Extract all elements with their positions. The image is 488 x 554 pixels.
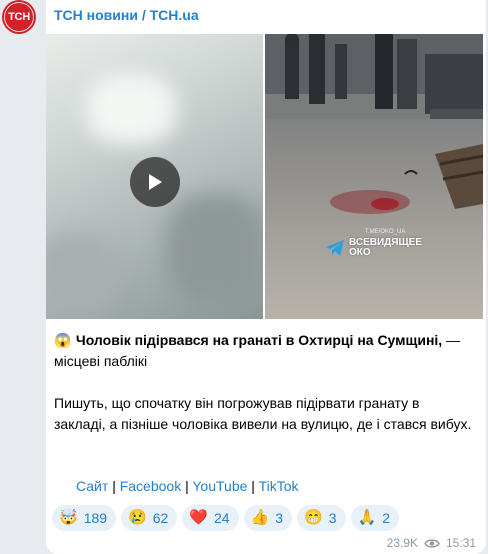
blur-shape [86,74,176,144]
photo-scene [265,34,483,214]
heart-icon: ❤️ [189,509,208,526]
play-icon [149,174,162,190]
telegram-icon [326,240,344,256]
video-thumbnail[interactable] [46,34,263,319]
reaction-count: 3 [275,510,284,526]
reaction-count: 24 [214,510,230,526]
watermark-line2: ОКО [349,247,371,258]
links-row: Сайт | Facebook | YouTube | TikTok [76,478,299,494]
scream-emoji: 😱 [54,332,72,348]
reactions-bar: 🤯 189 😢 62 ❤️ 24 👍 3 😁 3 🙏 2 [52,505,400,531]
channel-name[interactable]: ТСН новини / TCH.ua [54,7,199,23]
media-grid: T.ME/OKO_UA ВСЕВИДЯЩЕЕ ОКО [46,34,483,319]
play-button[interactable] [130,157,180,207]
link-separator: | [251,478,255,494]
message-meta: 23.9K 15:31 [387,536,476,550]
reaction-heart[interactable]: ❤️ 24 [182,505,239,531]
message-time: 15:31 [445,536,476,550]
watermark-logo: ВСЕВИДЯЩЕЕ ОКО [325,238,422,258]
grin-face-icon: 😁 [304,509,323,526]
eye-icon [424,538,440,548]
reaction-crying[interactable]: 😢 62 [121,505,178,531]
watermark-url: T.ME/OKO_UA [365,229,406,235]
crying-face-icon: 😢 [128,509,147,526]
reaction-count: 3 [328,510,337,526]
message-bubble: ТСН новини / TCH.ua T.ME/OKO_UA ВСЕВИДЯЩ… [46,0,486,554]
link-site[interactable]: Сайт [76,478,108,494]
blur-shape [46,234,116,314]
exploding-head-icon: 🤯 [59,509,78,526]
photo-thumbnail[interactable]: T.ME/OKO_UA ВСЕВИДЯЩЕЕ ОКО [265,34,483,319]
link-youtube[interactable]: YouTube [192,478,247,494]
reaction-count: 2 [382,510,391,526]
reaction-count: 62 [152,510,169,526]
reaction-pray[interactable]: 🙏 2 [350,505,400,531]
thumbs-up-icon: 👍 [250,509,270,526]
channel-avatar[interactable]: ТСН [2,0,36,34]
link-separator: | [185,478,189,494]
reaction-count: 189 [83,510,108,526]
blur-shape [166,194,263,304]
message-text: 😱 Чоловік підірвався на гранаті в Охтирц… [54,330,474,456]
reaction-thumbs-up[interactable]: 👍 3 [243,505,293,531]
link-separator: | [112,478,116,494]
link-facebook[interactable]: Facebook [120,478,181,494]
headline: Чоловік підірвався на гранаті в Охтирці … [75,332,443,348]
avatar-text: ТСН [8,11,30,23]
link-tiktok[interactable]: TikTok [259,478,299,494]
reaction-grin[interactable]: 😁 3 [297,505,346,531]
reaction-exploding-head[interactable]: 🤯 189 [52,505,117,531]
view-count: 23.9K [386,536,418,550]
body-text: Пишуть, що спочатку він погрожував підір… [54,395,472,432]
pray-hands-icon: 🙏 [357,509,377,526]
